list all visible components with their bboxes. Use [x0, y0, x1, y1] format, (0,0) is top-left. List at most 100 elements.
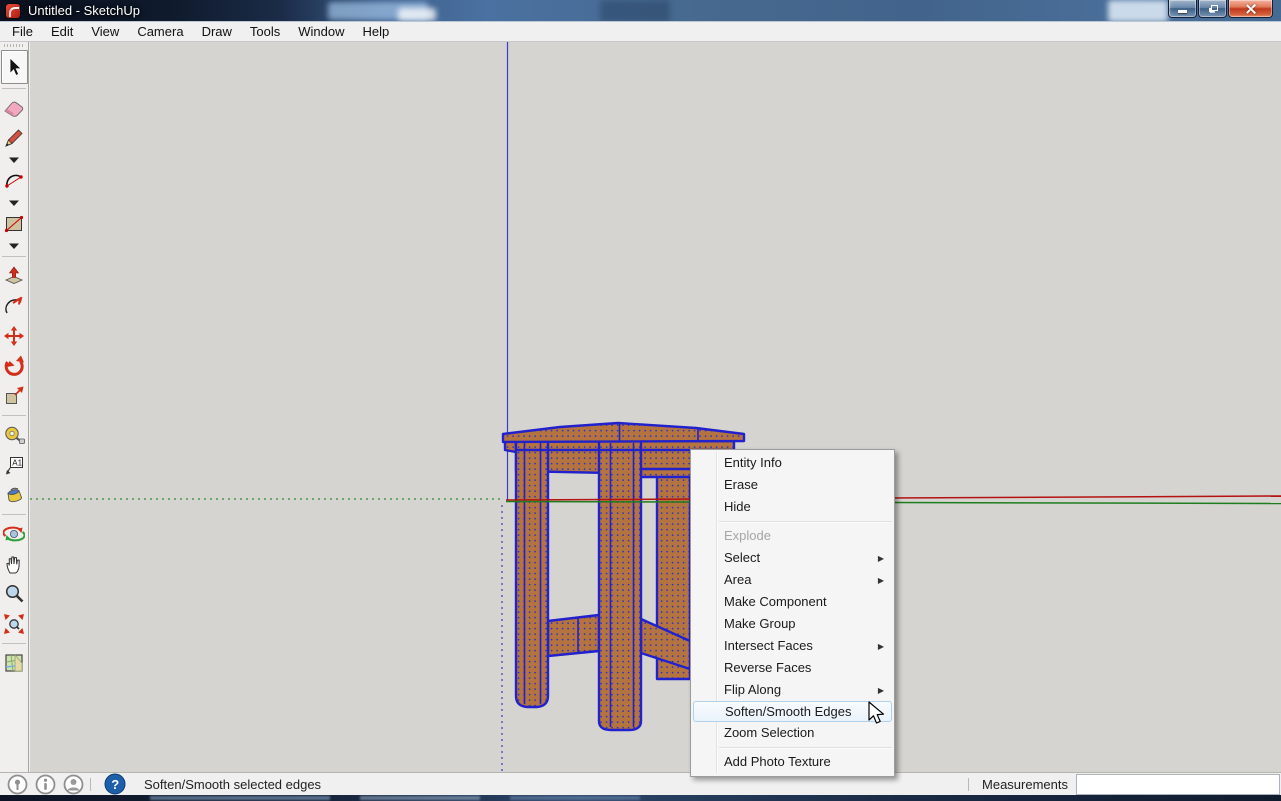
tool-orbit-button[interactable]: [1, 519, 28, 549]
menu-bar: File Edit View Camera Draw Tools Window Help: [0, 22, 1281, 42]
background-window-ghost: [398, 8, 436, 21]
context-menu-item-add-photo-texture[interactable]: Add Photo Texture: [691, 751, 894, 773]
context-menu-item-flip-along[interactable]: Flip Along: [691, 679, 894, 701]
context-menu-item-hide[interactable]: Hide: [691, 496, 894, 518]
credits-icon[interactable]: [63, 774, 84, 795]
arc-icon: [5, 174, 23, 188]
arc-tools-dropdown-button[interactable]: [1, 196, 28, 209]
tool-paint-bucket-button[interactable]: [1, 480, 28, 510]
svg-text:A1: A1: [12, 459, 22, 468]
tool-scale-button[interactable]: [1, 381, 28, 411]
menu-file[interactable]: File: [3, 23, 42, 41]
help-icon[interactable]: ?: [104, 773, 126, 795]
tool-move-button[interactable]: [1, 321, 28, 351]
window-bottom-frame: [0, 795, 1281, 801]
geolocation-icon[interactable]: [7, 774, 28, 795]
context-menu-item-erase[interactable]: Erase: [691, 474, 894, 496]
context-menu-item-zoom-selection[interactable]: Zoom Selection: [691, 722, 894, 744]
background-window-ghost: [1108, 0, 1168, 21]
model-scene: [30, 42, 1281, 772]
toolbar-separator: [2, 514, 26, 515]
context-menu-item-make-group[interactable]: Make Group: [691, 613, 894, 635]
context-menu-item-explode: Explode: [724, 528, 771, 543]
toolbar-separator: [2, 88, 26, 89]
statusbar-separator: [968, 777, 970, 791]
move-icon: [4, 326, 24, 346]
workspace: A1: [0, 42, 1281, 772]
minimize-icon: [1178, 10, 1187, 13]
table-front-right-leg: [597, 439, 643, 732]
paint-bucket-icon: [7, 487, 22, 502]
window-title: Untitled - SketchUp: [28, 3, 140, 18]
menu-view[interactable]: View: [82, 23, 128, 41]
status-message: Soften/Smooth selected edges: [144, 776, 322, 792]
status-bar: ? Soften/Smooth selected edges Measureme…: [0, 772, 1281, 795]
mouse-cursor: [868, 701, 885, 724]
tool-follow-me-button[interactable]: [1, 291, 28, 321]
close-icon: [1246, 4, 1256, 14]
chevron-down-icon: [9, 200, 19, 206]
menu-camera[interactable]: Camera: [128, 23, 192, 41]
select-icon: [9, 57, 22, 77]
toolbar-separator: [2, 643, 26, 644]
menu-window[interactable]: Window: [289, 23, 353, 41]
restore-icon: [1210, 4, 1218, 11]
chevron-down-icon: [9, 157, 19, 163]
statusbar-separator: [90, 777, 91, 791]
background-window-ghost: [600, 0, 670, 21]
table-front-left-leg: [514, 439, 550, 709]
rectangle-icon: [4, 215, 24, 233]
orbit-icon: [3, 526, 25, 542]
close-button[interactable]: [1228, 0, 1273, 18]
context-menu-item-area[interactable]: Area: [691, 569, 894, 591]
tool-tape-measure-button[interactable]: [1, 420, 28, 450]
taskbar-ghost: [150, 796, 330, 800]
line-tools-dropdown-button[interactable]: [1, 153, 28, 166]
context-menu-item-entity-info[interactable]: Entity Info: [691, 452, 894, 474]
menu-help[interactable]: Help: [354, 23, 399, 41]
context-menu-item-reverse-faces[interactable]: Reverse Faces: [691, 657, 894, 679]
tool-push-pull-button[interactable]: [1, 261, 28, 291]
context-menu-item-select[interactable]: Select: [691, 547, 894, 569]
context-menu-item-make-component[interactable]: Make Component: [691, 591, 894, 613]
tool-select-button[interactable]: [0, 50, 28, 84]
tool-pan-button[interactable]: [1, 549, 28, 579]
zoom-extents-icon: [4, 614, 24, 634]
drawing-canvas[interactable]: [30, 42, 1281, 772]
rotate-icon: [4, 355, 24, 376]
table-top: [501, 421, 746, 444]
tool-rotate-button[interactable]: [1, 351, 28, 381]
tool-add-location-button[interactable]: [1, 648, 28, 678]
chevron-down-icon: [9, 243, 19, 249]
menu-draw[interactable]: Draw: [193, 23, 241, 41]
add-location-icon: [5, 653, 23, 672]
table-stretcher-left: [546, 613, 601, 658]
tool-line-button[interactable]: [1, 123, 28, 153]
tool-eraser-button[interactable]: [1, 93, 28, 123]
sketchup-window: Untitled - SketchUp File Edit View Camera Dr…: [0, 0, 1281, 801]
tool-rectangle-button[interactable]: [1, 209, 28, 239]
context-menu-item-intersect-faces[interactable]: Intersect Faces: [691, 635, 894, 657]
pencil-icon: [5, 129, 23, 147]
menu-edit[interactable]: Edit: [42, 23, 82, 41]
tool-zoom-extents-button[interactable]: [1, 609, 28, 639]
measurements-label: Measurements: [982, 776, 1068, 792]
measurements-input[interactable]: [1076, 773, 1280, 795]
tool-arc-button[interactable]: [1, 166, 28, 196]
push-pull-icon: [4, 266, 24, 284]
shape-tools-dropdown-button[interactable]: [1, 239, 28, 252]
menu-tools[interactable]: Tools: [241, 23, 289, 41]
pan-icon: [6, 556, 20, 574]
context-menu-item-soften-smooth-edges[interactable]: Soften/Smooth Edges: [693, 701, 892, 722]
tool-zoom-button[interactable]: [1, 579, 28, 609]
tool-palette: A1: [0, 42, 29, 772]
tool-dimension-text-button[interactable]: A1: [1, 450, 28, 480]
sketchup-logo-icon: [6, 4, 20, 18]
zoom-icon: [5, 584, 24, 603]
svg-text:?: ?: [111, 777, 119, 792]
text-icon: A1: [6, 457, 23, 475]
taskbar-ghost: [510, 796, 640, 800]
model-info-icon[interactable]: [35, 774, 56, 795]
minimize-button[interactable]: [1168, 0, 1197, 18]
restore-button[interactable]: [1198, 0, 1227, 18]
